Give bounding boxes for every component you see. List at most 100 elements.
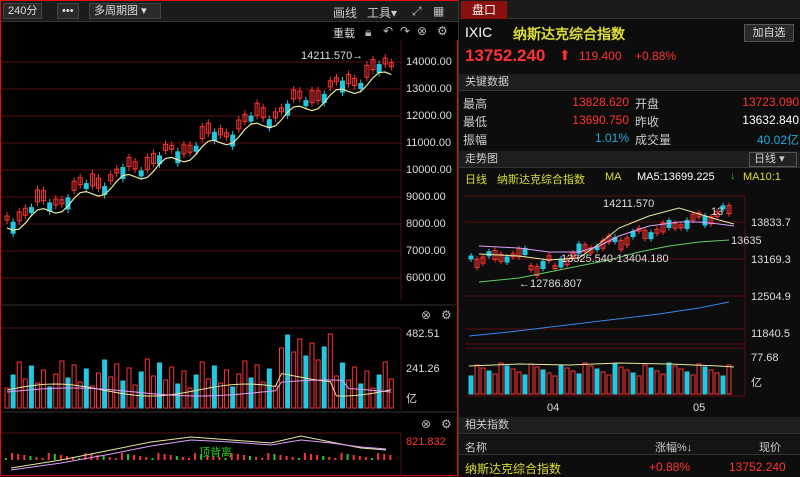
trend-volume-bar bbox=[522, 374, 528, 395]
kline-panel[interactable]: 240分 ••• 多周期图 ▾ 画线 工具▾ ⤢ ▦ 重载 🔒︎ ↶ ↷ ⊗ ⚙… bbox=[0, 0, 459, 477]
candle bbox=[266, 119, 272, 129]
expand-icon[interactable]: ⤢ bbox=[412, 4, 422, 19]
macd-bar bbox=[102, 456, 105, 460]
volume-bar bbox=[388, 378, 394, 409]
kline-ytick: 7000.00 bbox=[406, 245, 446, 257]
redo-icon[interactable]: ↷ bbox=[400, 24, 410, 38]
more-button[interactable]: ••• bbox=[57, 3, 79, 19]
macd-bar bbox=[194, 453, 197, 460]
candle bbox=[10, 221, 16, 234]
volume-bar bbox=[22, 378, 28, 409]
trend-volume-bar bbox=[510, 368, 516, 395]
grid-icon[interactable]: ▦ bbox=[433, 4, 444, 18]
trend-volume-bar bbox=[672, 365, 678, 395]
related-table-header: 名称 涨幅%↓ 现价 bbox=[459, 435, 800, 455]
table-row[interactable]: 纳斯达克综合指数 +0.88% 13752.240 bbox=[459, 456, 800, 476]
close-icon[interactable]: ⊗ bbox=[421, 417, 431, 431]
trend-ytick-2: 13169.3 bbox=[751, 254, 791, 266]
volume-bar bbox=[89, 385, 95, 409]
draw-line-button[interactable]: 画线 bbox=[333, 4, 357, 21]
trend-volume-bar bbox=[660, 373, 666, 395]
macd-bar bbox=[151, 458, 154, 460]
gear-icon[interactable]: ⚙ bbox=[437, 24, 448, 38]
chevron-down-icon: ▾ bbox=[779, 153, 785, 165]
lock-icon[interactable]: 🔒︎ bbox=[365, 25, 371, 40]
trend-volume-bar bbox=[642, 364, 648, 395]
high-label: 最高 bbox=[463, 97, 488, 111]
trend-volume-bar bbox=[546, 372, 552, 395]
col-name[interactable]: 名称 bbox=[465, 439, 487, 455]
kline-ytick: 11000.00 bbox=[406, 137, 451, 149]
price-change-pct: +0.88% bbox=[635, 49, 677, 63]
trend-volume-bar bbox=[480, 367, 486, 395]
volume-bar bbox=[16, 361, 22, 409]
volume-bar bbox=[35, 382, 40, 409]
close-icon[interactable]: ⊗ bbox=[421, 308, 431, 322]
macd-bar bbox=[17, 454, 20, 460]
volume-label: 成交量 bbox=[635, 133, 672, 147]
vol-tick-unit: 亿 bbox=[406, 392, 417, 405]
volume-bar bbox=[205, 378, 211, 409]
index-name: 纳斯达克综合指数 bbox=[513, 26, 625, 42]
trend-volume-bar bbox=[684, 371, 690, 395]
macd-bar bbox=[358, 456, 361, 460]
trend-volume-bar bbox=[540, 369, 546, 395]
volume-bar bbox=[71, 364, 77, 409]
macd-bar bbox=[114, 458, 117, 460]
macd-divergence-label: 顶背离 bbox=[199, 445, 232, 459]
trend-volume-bar bbox=[534, 366, 540, 395]
volume-bar bbox=[260, 381, 266, 409]
trend-volume-bar bbox=[720, 375, 726, 395]
trend-candle bbox=[504, 256, 510, 263]
close-icon[interactable]: ⊗ bbox=[417, 24, 427, 38]
candle bbox=[211, 131, 217, 141]
candle bbox=[376, 64, 382, 74]
trend-period-dropdown[interactable]: 日线 ▾ bbox=[749, 152, 797, 167]
legend-ma5: MA5:13699.225 bbox=[637, 171, 715, 183]
tab-handicap[interactable]: 盘口 bbox=[461, 1, 507, 19]
macd-bar bbox=[328, 457, 331, 460]
macd-bar bbox=[23, 455, 26, 460]
period-selector[interactable]: 240分 bbox=[3, 3, 43, 19]
vol-tick-mid: 241.26 bbox=[406, 363, 440, 375]
trend-volume-bar bbox=[570, 370, 576, 395]
chart-toolbar: 240分 ••• 多周期图 ▾ 画线 工具▾ ⤢ ▦ bbox=[1, 1, 459, 22]
multi-period-dropdown[interactable]: 多周期图 ▾ bbox=[89, 3, 161, 19]
macd-bar bbox=[5, 458, 7, 460]
amplitude-value: 1.01% bbox=[594, 131, 629, 145]
vol-tick-top: 482.51 bbox=[406, 328, 440, 340]
trend-volume-bar bbox=[468, 375, 474, 395]
volume-bar bbox=[309, 342, 315, 409]
high-value: 13828.620 bbox=[572, 95, 629, 109]
gear-icon[interactable]: ⚙ bbox=[441, 417, 452, 431]
quote-panel: 盘口 IXIC 纳斯达克综合指数 加自选 13752.240 ⬆ 119.400… bbox=[458, 0, 800, 476]
gear-icon[interactable]: ⚙ bbox=[441, 308, 452, 322]
undo-icon[interactable]: ↶ bbox=[383, 24, 393, 38]
volume-bar bbox=[163, 379, 169, 409]
macd-bar bbox=[316, 455, 319, 460]
volume-bar bbox=[315, 359, 321, 409]
add-watchlist-button[interactable]: 加自选 bbox=[744, 24, 794, 42]
kline-ytick: 12000.00 bbox=[406, 110, 452, 122]
volume-bar bbox=[291, 351, 297, 409]
trend-xtick-05: 05 bbox=[693, 402, 705, 414]
candle bbox=[340, 80, 345, 93]
trend-n13-label: 13 bbox=[711, 206, 723, 218]
related-header: 相关指数 bbox=[459, 417, 800, 434]
kline-grid bbox=[1, 40, 402, 300]
col-pct[interactable]: 涨幅%↓ bbox=[655, 439, 692, 455]
tools-menu[interactable]: 工具▾ bbox=[367, 4, 397, 21]
restore-button[interactable]: 重载 bbox=[333, 25, 355, 41]
kline-ytick: 6000.00 bbox=[406, 272, 446, 284]
macd-bar bbox=[108, 457, 111, 460]
trend-ytick-3: 12504.9 bbox=[751, 291, 791, 303]
volume-bar bbox=[340, 362, 345, 409]
col-price[interactable]: 现价 bbox=[759, 439, 781, 455]
current-price: 13752.240 bbox=[465, 46, 546, 65]
index-code: IXIC bbox=[465, 24, 493, 40]
volume-bar bbox=[358, 383, 364, 409]
macd-bar bbox=[334, 458, 337, 460]
prev-close-value: 13632.840 bbox=[742, 113, 799, 127]
macd-bar bbox=[133, 455, 136, 460]
chart-canvas[interactable]: 14211.570→ 14000.00 13000.00 12000.00 11000… bbox=[1, 40, 459, 477]
